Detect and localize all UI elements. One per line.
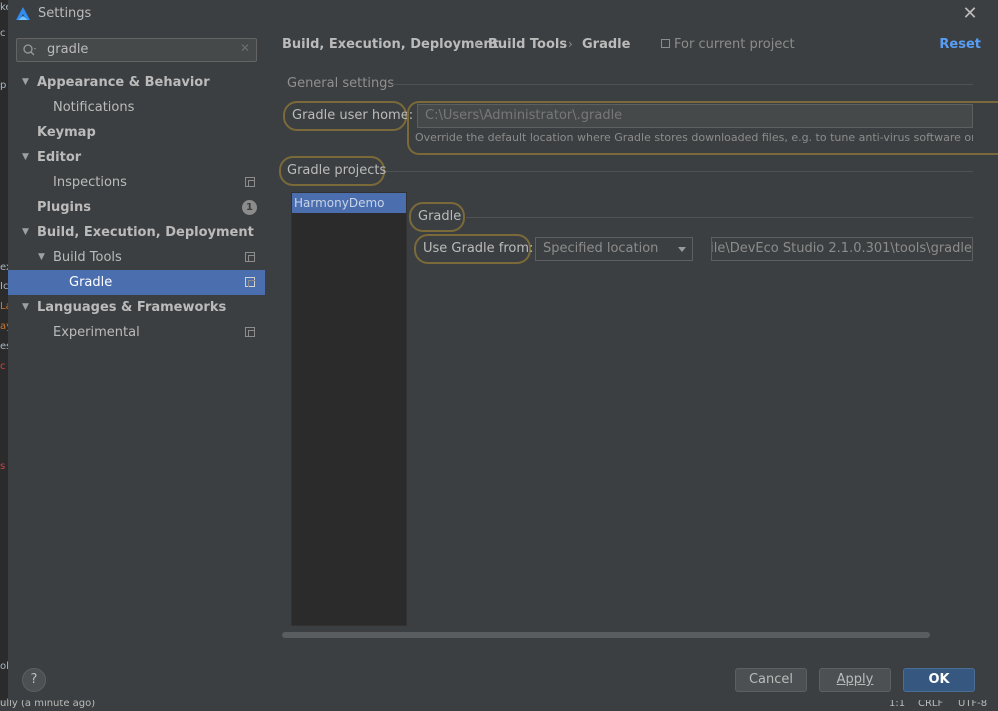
gradle-projects-list[interactable]: HarmonyDemo	[291, 192, 407, 626]
window-title: Settings	[38, 6, 92, 21]
project-scope-icon	[245, 277, 255, 287]
search-value: gradle	[47, 42, 89, 57]
sidebar-item-editor[interactable]: ▼ Editor	[8, 145, 265, 170]
reset-link[interactable]: Reset	[939, 37, 981, 52]
bg-fragment: c	[0, 28, 6, 39]
update-count-badge: 1	[242, 200, 257, 215]
dialog-footer: ? Cancel Apply OK	[8, 656, 998, 700]
project-scope-icon	[245, 252, 255, 262]
sidebar-item-label: Languages & Frameworks	[37, 300, 227, 315]
background-ide-edge: ke c p ex Ic La ay es c s ole	[0, 0, 15, 711]
search-icon	[23, 44, 36, 56]
divider	[391, 84, 973, 85]
settings-tree: ▼ Appearance & Behavior Notifications Ke…	[8, 70, 265, 345]
project-scope-icon	[661, 39, 670, 48]
breadcrumb-separator: ›	[474, 37, 479, 51]
deveco-app-icon	[16, 7, 30, 20]
breadcrumb-separator: ›	[568, 37, 573, 51]
divider	[466, 217, 973, 218]
bg-fragment: p	[0, 80, 7, 91]
ok-button[interactable]: OK	[903, 668, 975, 692]
close-icon[interactable]: ✕	[960, 4, 980, 24]
sidebar-item-label: Editor	[37, 150, 82, 165]
settings-sidebar: gradle ✕ ▼ Appearance & Behavior Notific…	[8, 30, 265, 656]
gradle-user-home-label: Gradle user home:	[292, 108, 414, 123]
chevron-down-icon[interactable]: ▼	[22, 220, 34, 245]
apply-button[interactable]: Apply	[819, 668, 891, 692]
breadcrumb-item[interactable]: Build Tools	[488, 37, 567, 52]
gradle-location-value: D:\install\file\DevEco Studio 2.1.0.301\…	[711, 241, 972, 256]
project-scope-icon	[245, 327, 255, 337]
gradle-user-home-hint: Override the default location where Grad…	[415, 131, 973, 144]
chevron-down-icon[interactable]: ▼	[38, 245, 50, 270]
sidebar-item-appearance-behavior[interactable]: ▼ Appearance & Behavior	[8, 70, 265, 95]
scope-indicator: For current project	[661, 37, 795, 52]
use-gradle-from-label: Use Gradle from:	[423, 241, 534, 256]
clear-search-icon[interactable]: ✕	[240, 41, 250, 55]
sidebar-item-label: Build, Execution, Deployment	[37, 225, 254, 240]
general-settings-title: General settings	[287, 76, 395, 91]
chevron-down-icon[interactable]: ▼	[22, 295, 34, 320]
gradle-settings-form: General settings Gradle user home: C:\Us…	[265, 60, 998, 656]
bg-fragment: s	[0, 461, 6, 472]
help-button[interactable]: ?	[22, 668, 46, 692]
settings-content-pane: Build, Execution, Deployment › Build Too…	[265, 30, 998, 656]
sidebar-item-label: Inspections	[53, 175, 127, 190]
list-item[interactable]: HarmonyDemo	[292, 193, 406, 213]
breadcrumb-item[interactable]: Build, Execution, Deployment	[282, 37, 499, 52]
sidebar-item-label: Keymap	[37, 125, 96, 140]
sidebar-item-label: Notifications	[53, 100, 135, 115]
sidebar-item-inspections[interactable]: Inspections	[8, 170, 265, 195]
sidebar-item-languages-frameworks[interactable]: ▼ Languages & Frameworks	[8, 295, 265, 320]
scope-label: For current project	[674, 37, 795, 52]
sidebar-item-label: Gradle	[69, 275, 113, 290]
bg-fragment: c	[0, 361, 6, 372]
sidebar-item-gradle[interactable]: Gradle	[8, 270, 265, 295]
chevron-down-icon	[678, 247, 686, 252]
use-gradle-from-select[interactable]: Specified location	[535, 237, 693, 261]
breadcrumb-item: Gradle	[582, 37, 631, 52]
gradle-location-field[interactable]: D:\install\file\DevEco Studio 2.1.0.301\…	[711, 237, 973, 261]
breadcrumb: Build, Execution, Deployment › Build Too…	[265, 30, 998, 60]
sidebar-item-label: Plugins	[37, 200, 91, 215]
sidebar-item-build-tools[interactable]: ▼ Build Tools	[8, 245, 265, 270]
sidebar-item-label: Build Tools	[53, 250, 122, 265]
project-scope-icon	[245, 177, 255, 187]
title-bar: Settings ✕	[8, 0, 998, 30]
sidebar-item-build-execution-deployment[interactable]: ▼ Build, Execution, Deployment	[8, 220, 265, 245]
gradle-user-home-field[interactable]: C:\Users\Administrator\.gradle	[417, 104, 973, 128]
sidebar-item-keymap[interactable]: Keymap	[8, 120, 265, 145]
sidebar-item-label: Experimental	[53, 325, 140, 340]
search-input[interactable]: gradle ✕	[16, 38, 257, 62]
gradle-projects-title: Gradle projects	[287, 163, 387, 178]
sidebar-item-plugins[interactable]: Plugins 1	[8, 195, 265, 220]
apply-label: Apply	[836, 672, 874, 687]
selected-option: Specified location	[543, 241, 659, 256]
gradle-section-title: Gradle	[418, 209, 462, 224]
horizontal-scrollbar[interactable]	[282, 632, 930, 638]
divider	[386, 171, 973, 172]
settings-dialog: Settings ✕ gradle ✕ ▼ Appearance & Behav…	[8, 0, 998, 700]
cancel-button[interactable]: Cancel	[735, 668, 807, 692]
sidebar-item-experimental[interactable]: Experimental	[8, 320, 265, 345]
sidebar-item-label: Appearance & Behavior	[37, 75, 210, 90]
background-status-bar: ully (a minute ago) 1:1 CRLF UTF-8	[0, 698, 998, 711]
gradle-user-home-value: C:\Users\Administrator\.gradle	[425, 108, 623, 123]
sidebar-item-notifications[interactable]: Notifications	[8, 95, 265, 120]
chevron-down-icon[interactable]: ▼	[22, 70, 34, 95]
chevron-down-icon[interactable]: ▼	[22, 145, 34, 170]
